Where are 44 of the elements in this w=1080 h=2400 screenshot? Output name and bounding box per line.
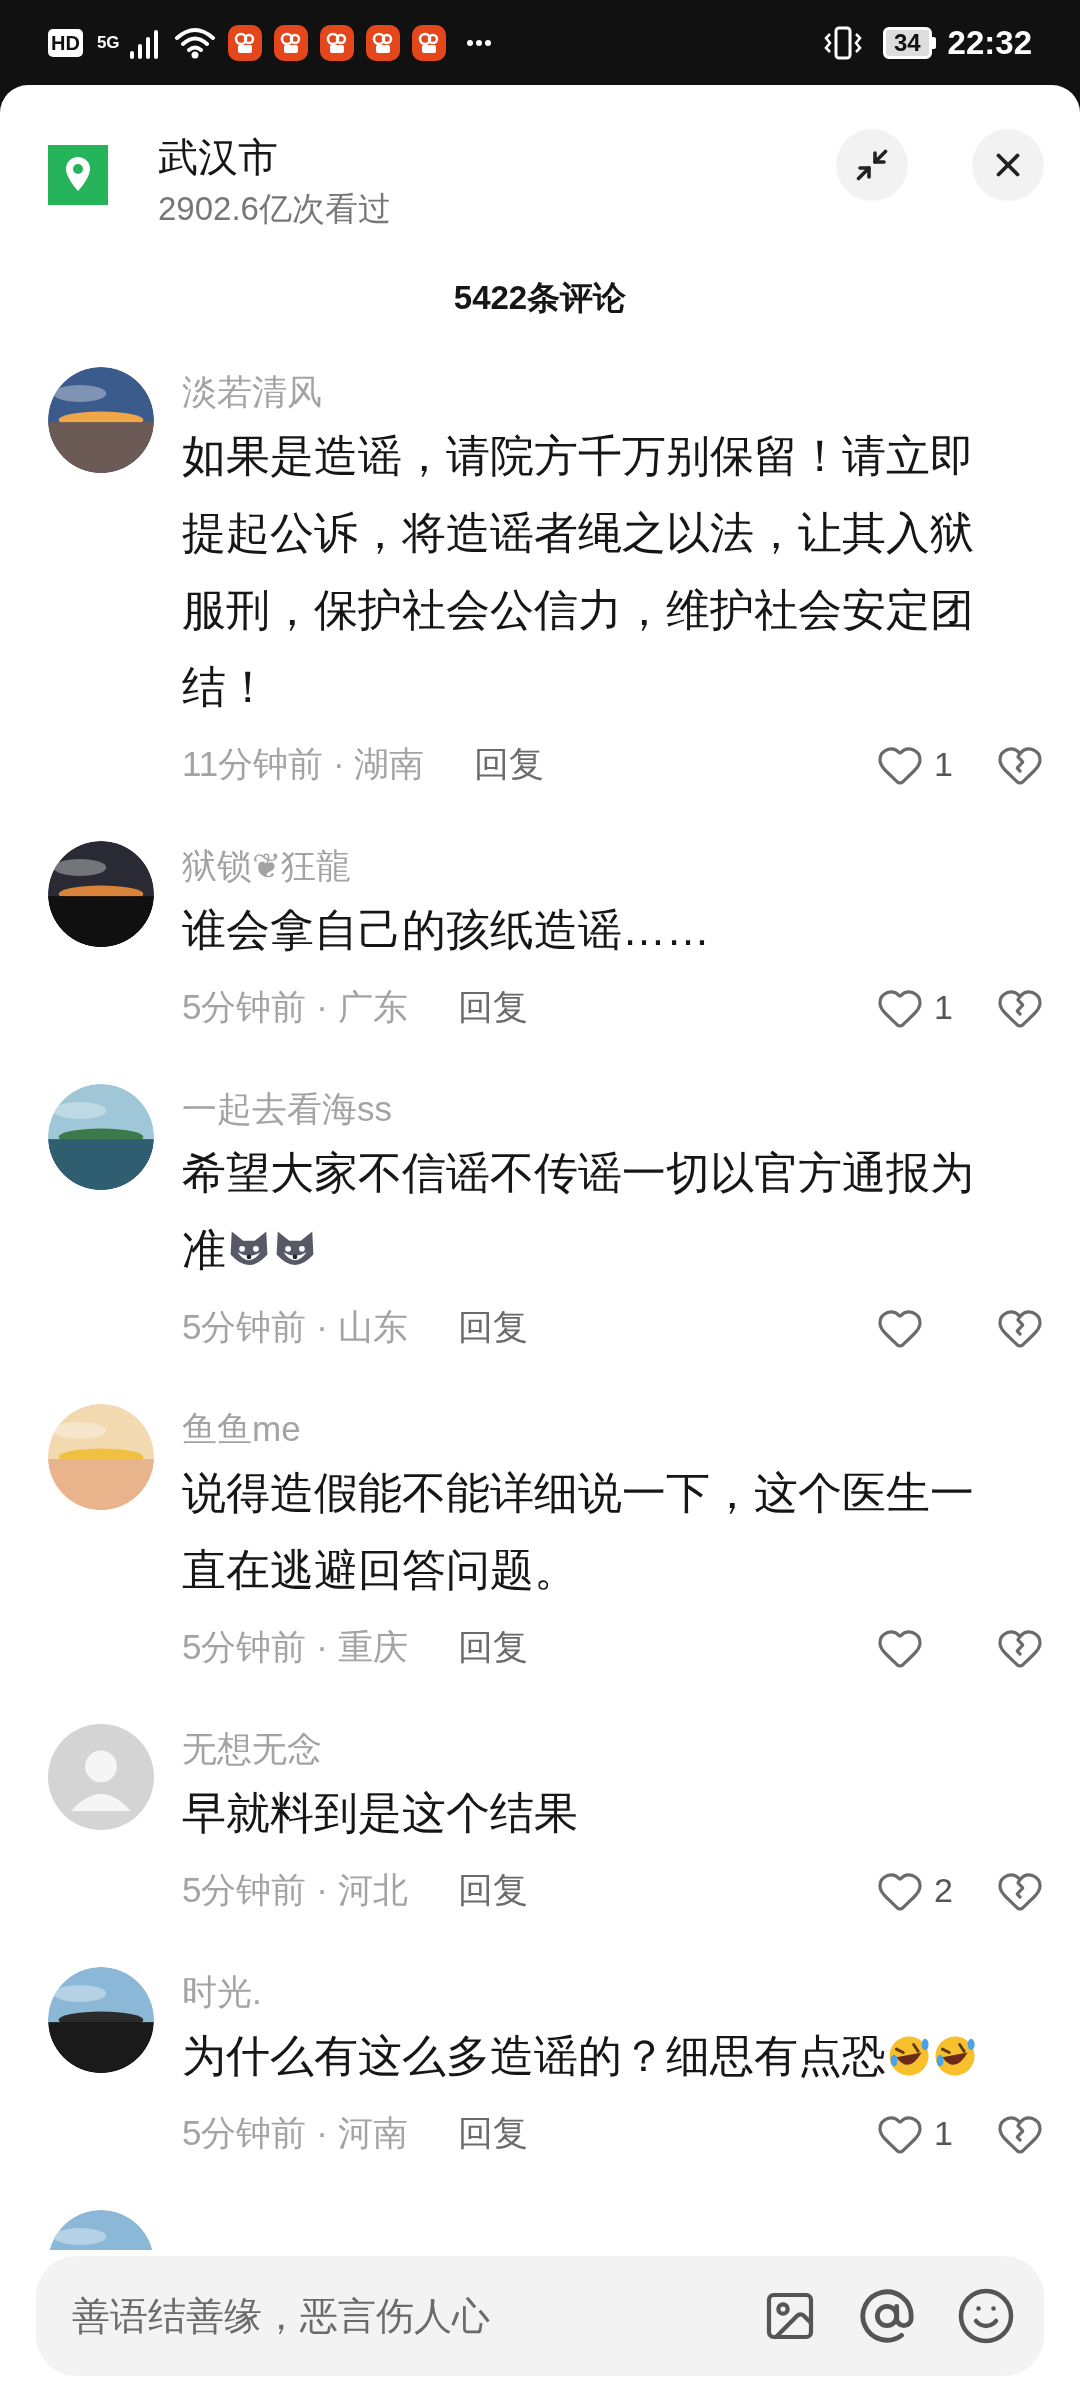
comment-text: 说得造假能不能详细说一下，这个医生一直在逃避回答问题。 [182,1466,975,1596]
more-icon [465,38,492,47]
like-button[interactable]: 1 [876,982,956,1033]
smiley-icon [956,2286,1016,2346]
app-notification-icon [365,24,400,61]
comment-count: 5422条评论 [453,278,627,318]
emoji-button[interactable] [956,2286,1016,2346]
app-notification-icon [273,24,308,61]
comment-time-location: 5分钟前 · 河南 [182,2112,408,2155]
app-notification-icon [319,24,354,61]
comment-time-location: 11分钟前 · 湖南 [182,743,425,786]
location-title: 武汉市 [158,134,279,181]
comment-input[interactable]: 善语结善缘，恶言伤人心 [36,2256,742,2376]
battery-level: 34 [882,26,932,59]
mention-button[interactable] [858,2287,916,2345]
reply-button[interactable]: 回复 [457,2107,528,2160]
comment-time-location: 5分钟前 · 山东 [182,1306,408,1349]
reply-button[interactable]: 回复 [474,738,545,791]
reply-button[interactable]: 回复 [457,1621,528,1674]
vibrate-icon [822,25,863,60]
wifi-icon [173,25,216,60]
comment-text: 如果是造谣，请院方千万别保留！请立即提起公诉，将造谣者绳之以法，让其入狱服刑，保护社会公信力，维护社会安定团结！ [182,429,975,713]
comment-time-location: 5分钟前 · 广东 [182,986,408,1029]
minimize-icon [854,147,890,183]
view-count: 2902.6亿次看过 [158,189,391,229]
reply-button[interactable]: 回复 [457,1301,528,1354]
reply-button[interactable]: 回复 [457,981,528,1034]
app-notification-icon [227,24,262,61]
at-sign-icon [858,2287,916,2345]
comment-time-location: 5分钟前 · 重庆 [182,1626,408,1669]
hd-badge: HD [48,28,83,57]
comment-text: 早就料到是这个结果 [182,1786,579,1839]
like-button[interactable]: 2 [876,1865,956,1916]
like-button[interactable]: 1 [876,739,956,790]
reply-button[interactable]: 回复 [457,1864,528,1917]
network-label: 5G [96,34,120,51]
comment-text: 希望大家不信谣不传谣一切以官方通报为准 [182,1146,975,1276]
comment-time-location: 5分钟前 · 河北 [182,1869,408,1912]
comment-text: 为什么有这么多造谣的？细思有点恐 [182,2016,1044,2094]
clock: 22:32 [947,22,1032,63]
location-pin-icon [48,145,108,205]
like-button[interactable]: 1 [876,2108,956,2159]
app-notification-icon [411,24,446,61]
comment-text: 谁会拿自己的孩纸造谣…… [182,903,711,956]
